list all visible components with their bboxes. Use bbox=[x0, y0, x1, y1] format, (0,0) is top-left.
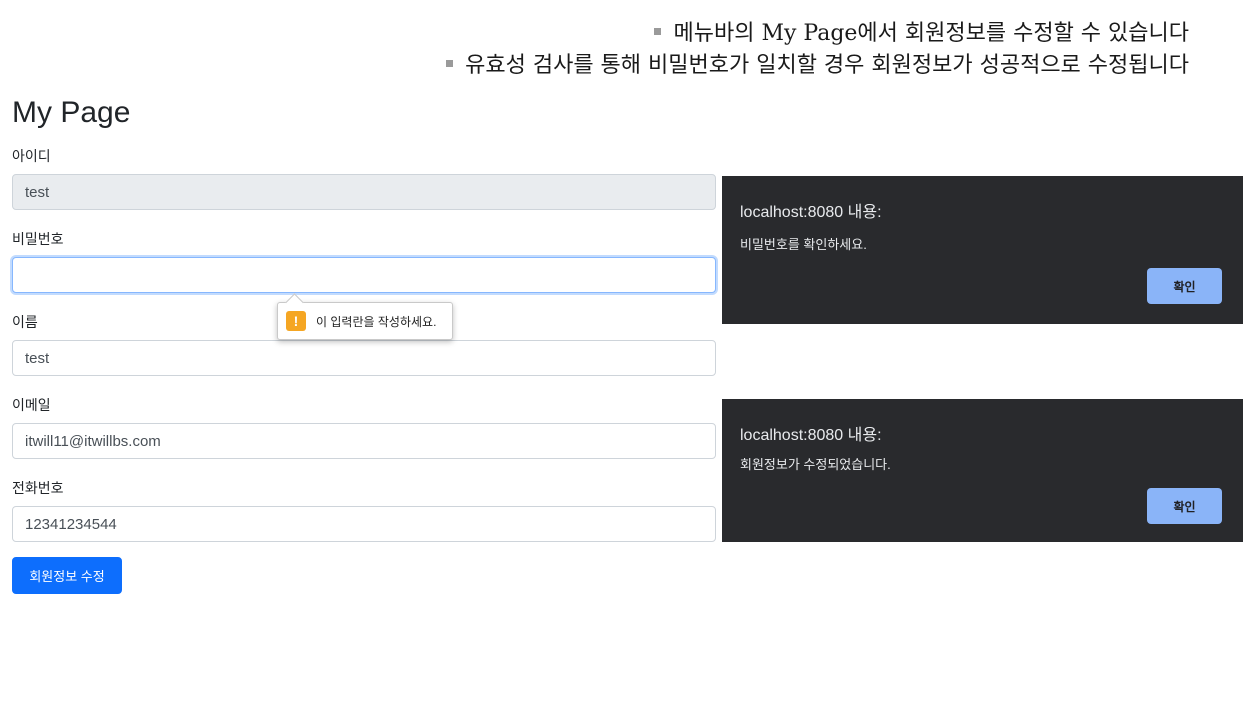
dialog-ok-button[interactable]: 확인 bbox=[1147, 268, 1222, 304]
note-text-1: 메뉴바의 My Page에서 회원정보를 수정할 수 있습니다 bbox=[673, 21, 1189, 46]
page-title: My Page bbox=[12, 96, 131, 129]
update-profile-button[interactable]: 회원정보 수정 bbox=[12, 557, 122, 594]
dialog-ok-button[interactable]: 확인 bbox=[1147, 488, 1222, 524]
password-label: 비밀번호 bbox=[12, 231, 64, 247]
id-field[interactable] bbox=[12, 174, 716, 210]
password-field[interactable] bbox=[12, 257, 716, 293]
validation-tooltip: ! 이 입력란을 작성하세요. bbox=[277, 302, 453, 340]
bullet-icon bbox=[654, 27, 662, 35]
warning-icon: ! bbox=[286, 311, 306, 331]
update-success-alert-dialog: localhost:8080 내용: 회원정보가 수정되었습니다. 확인 bbox=[722, 399, 1243, 542]
note-line-1: 메뉴바의 My Page에서 회원정보를 수정할 수 있습니다 bbox=[446, 18, 1189, 50]
dialog-message: 비밀번호를 확인하세요. bbox=[740, 237, 867, 252]
email-field[interactable] bbox=[12, 423, 716, 459]
dialog-message: 회원정보가 수정되었습니다. bbox=[740, 457, 891, 472]
dialog-title: localhost:8080 내용: bbox=[740, 427, 882, 444]
note-line-2: 유효성 검사를 통해 비밀번호가 일치할 경우 회원정보가 성공적으로 수정됩니… bbox=[446, 50, 1189, 82]
phone-field[interactable] bbox=[12, 506, 716, 542]
id-label: 아이디 bbox=[12, 148, 51, 164]
note-text-2: 유효성 검사를 통해 비밀번호가 일치할 경우 회원정보가 성공적으로 수정됩니… bbox=[465, 53, 1189, 78]
validation-message: 이 입력란을 작성하세요. bbox=[316, 314, 437, 329]
dialog-title: localhost:8080 내용: bbox=[740, 204, 882, 221]
bullet-icon bbox=[446, 59, 454, 67]
phone-label: 전화번호 bbox=[12, 480, 64, 496]
description-notes: 메뉴바의 My Page에서 회원정보를 수정할 수 있습니다 유효성 검사를 … bbox=[446, 18, 1189, 82]
email-label: 이메일 bbox=[12, 397, 51, 413]
name-label: 이름 bbox=[12, 314, 38, 330]
name-field[interactable] bbox=[12, 340, 716, 376]
password-check-alert-dialog: localhost:8080 내용: 비밀번호를 확인하세요. 확인 bbox=[722, 176, 1243, 324]
